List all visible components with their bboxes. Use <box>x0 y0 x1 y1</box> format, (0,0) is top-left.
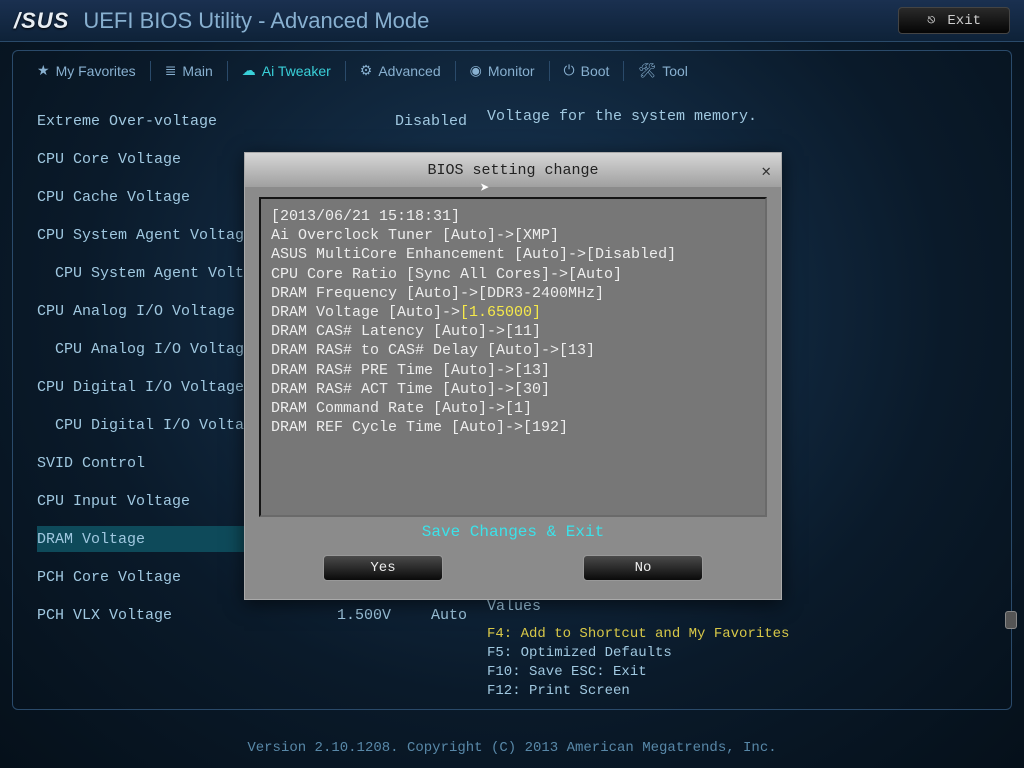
top-bar: /SUS UEFI BIOS Utility - Advanced Mode ⎋… <box>0 0 1024 42</box>
setting-row[interactable]: Extreme Over-voltageDisabled <box>37 108 467 134</box>
tab-label: Advanced <box>378 63 440 79</box>
setting-label: PCH VLX Voltage <box>37 607 277 624</box>
exit-button[interactable]: ⎋ Exit <box>898 7 1010 34</box>
hotkey-f10: F10: Save ESC: Exit <box>487 663 987 682</box>
exit-label: Exit <box>947 13 981 29</box>
hotkey-f12: F12: Print Screen <box>487 682 987 701</box>
hotkeys: F4: Add to Shortcut and My Favorites F5:… <box>487 625 987 701</box>
tab-icon: ⏻ <box>564 62 575 79</box>
hotkey-f4: F4: Add to Shortcut and My Favorites <box>487 625 987 644</box>
help-line: Values <box>487 598 987 615</box>
tab-label: Main <box>182 63 212 79</box>
setting-value[interactable]: Disabled <box>395 113 467 130</box>
app-title: UEFI BIOS Utility - Advanced Mode <box>83 8 429 34</box>
scrollbar-handle[interactable] <box>1005 611 1017 629</box>
yes-button[interactable]: Yes <box>323 555 443 581</box>
tab-ai-tweaker[interactable]: ☁ Ai Tweaker <box>228 56 345 85</box>
tab-label: Monitor <box>488 63 535 79</box>
tab-label: My Favorites <box>56 63 136 79</box>
brand-logo: /SUS <box>14 8 69 34</box>
setting-label: Extreme Over-voltage <box>37 113 395 130</box>
tab-monitor[interactable]: ◉ Monitor <box>456 56 549 85</box>
setting-row[interactable]: PCH VLX Voltage 1.500V Auto <box>37 602 467 628</box>
bios-change-dialog: BIOS setting change ✕ [2013/06/21 15:18:… <box>244 152 782 600</box>
tab-icon: ☁ <box>242 62 256 79</box>
setting-value: 1.500V <box>337 607 391 624</box>
tab-bar: ★ My Favorites ≣ Main ☁ Ai Tweaker ⚙ Advanced ◉ M… <box>12 50 1012 90</box>
tab-boot[interactable]: ⏻ Boot <box>550 56 624 85</box>
tab-label: Boot <box>581 63 610 79</box>
dialog-body: [2013/06/21 15:18:31]Ai Overclock Tuner … <box>259 197 767 517</box>
tab-label: Tool <box>662 63 688 79</box>
tab-icon: 🛠 <box>638 62 656 79</box>
help-text: Voltage for the system memory. <box>487 108 987 125</box>
hotkey-f5: F5: Optimized Defaults <box>487 644 987 663</box>
exit-icon: ⎋ <box>927 12 935 29</box>
no-button[interactable]: No <box>583 555 703 581</box>
tab-icon: ★ <box>37 62 50 79</box>
dialog-prompt: Save Changes & Exit <box>245 523 781 541</box>
tab-icon: ◉ <box>470 62 482 79</box>
tab-icon: ⚙ <box>360 62 373 79</box>
setting-input[interactable]: Auto <box>431 607 467 624</box>
close-icon[interactable]: ✕ <box>761 161 771 181</box>
footer-copyright: Version 2.10.1208. Copyright (C) 2013 Am… <box>0 740 1024 756</box>
tab-my-favorites[interactable]: ★ My Favorites <box>23 56 150 85</box>
dialog-title: BIOS setting change <box>427 162 598 179</box>
tab-advanced[interactable]: ⚙ Advanced <box>346 56 455 85</box>
dialog-title-bar: BIOS setting change ✕ <box>245 153 781 187</box>
tab-icon: ≣ <box>165 62 177 79</box>
tab-main[interactable]: ≣ Main <box>151 56 227 85</box>
tab-tool[interactable]: 🛠 Tool <box>624 56 701 85</box>
tab-label: Ai Tweaker <box>262 63 331 79</box>
